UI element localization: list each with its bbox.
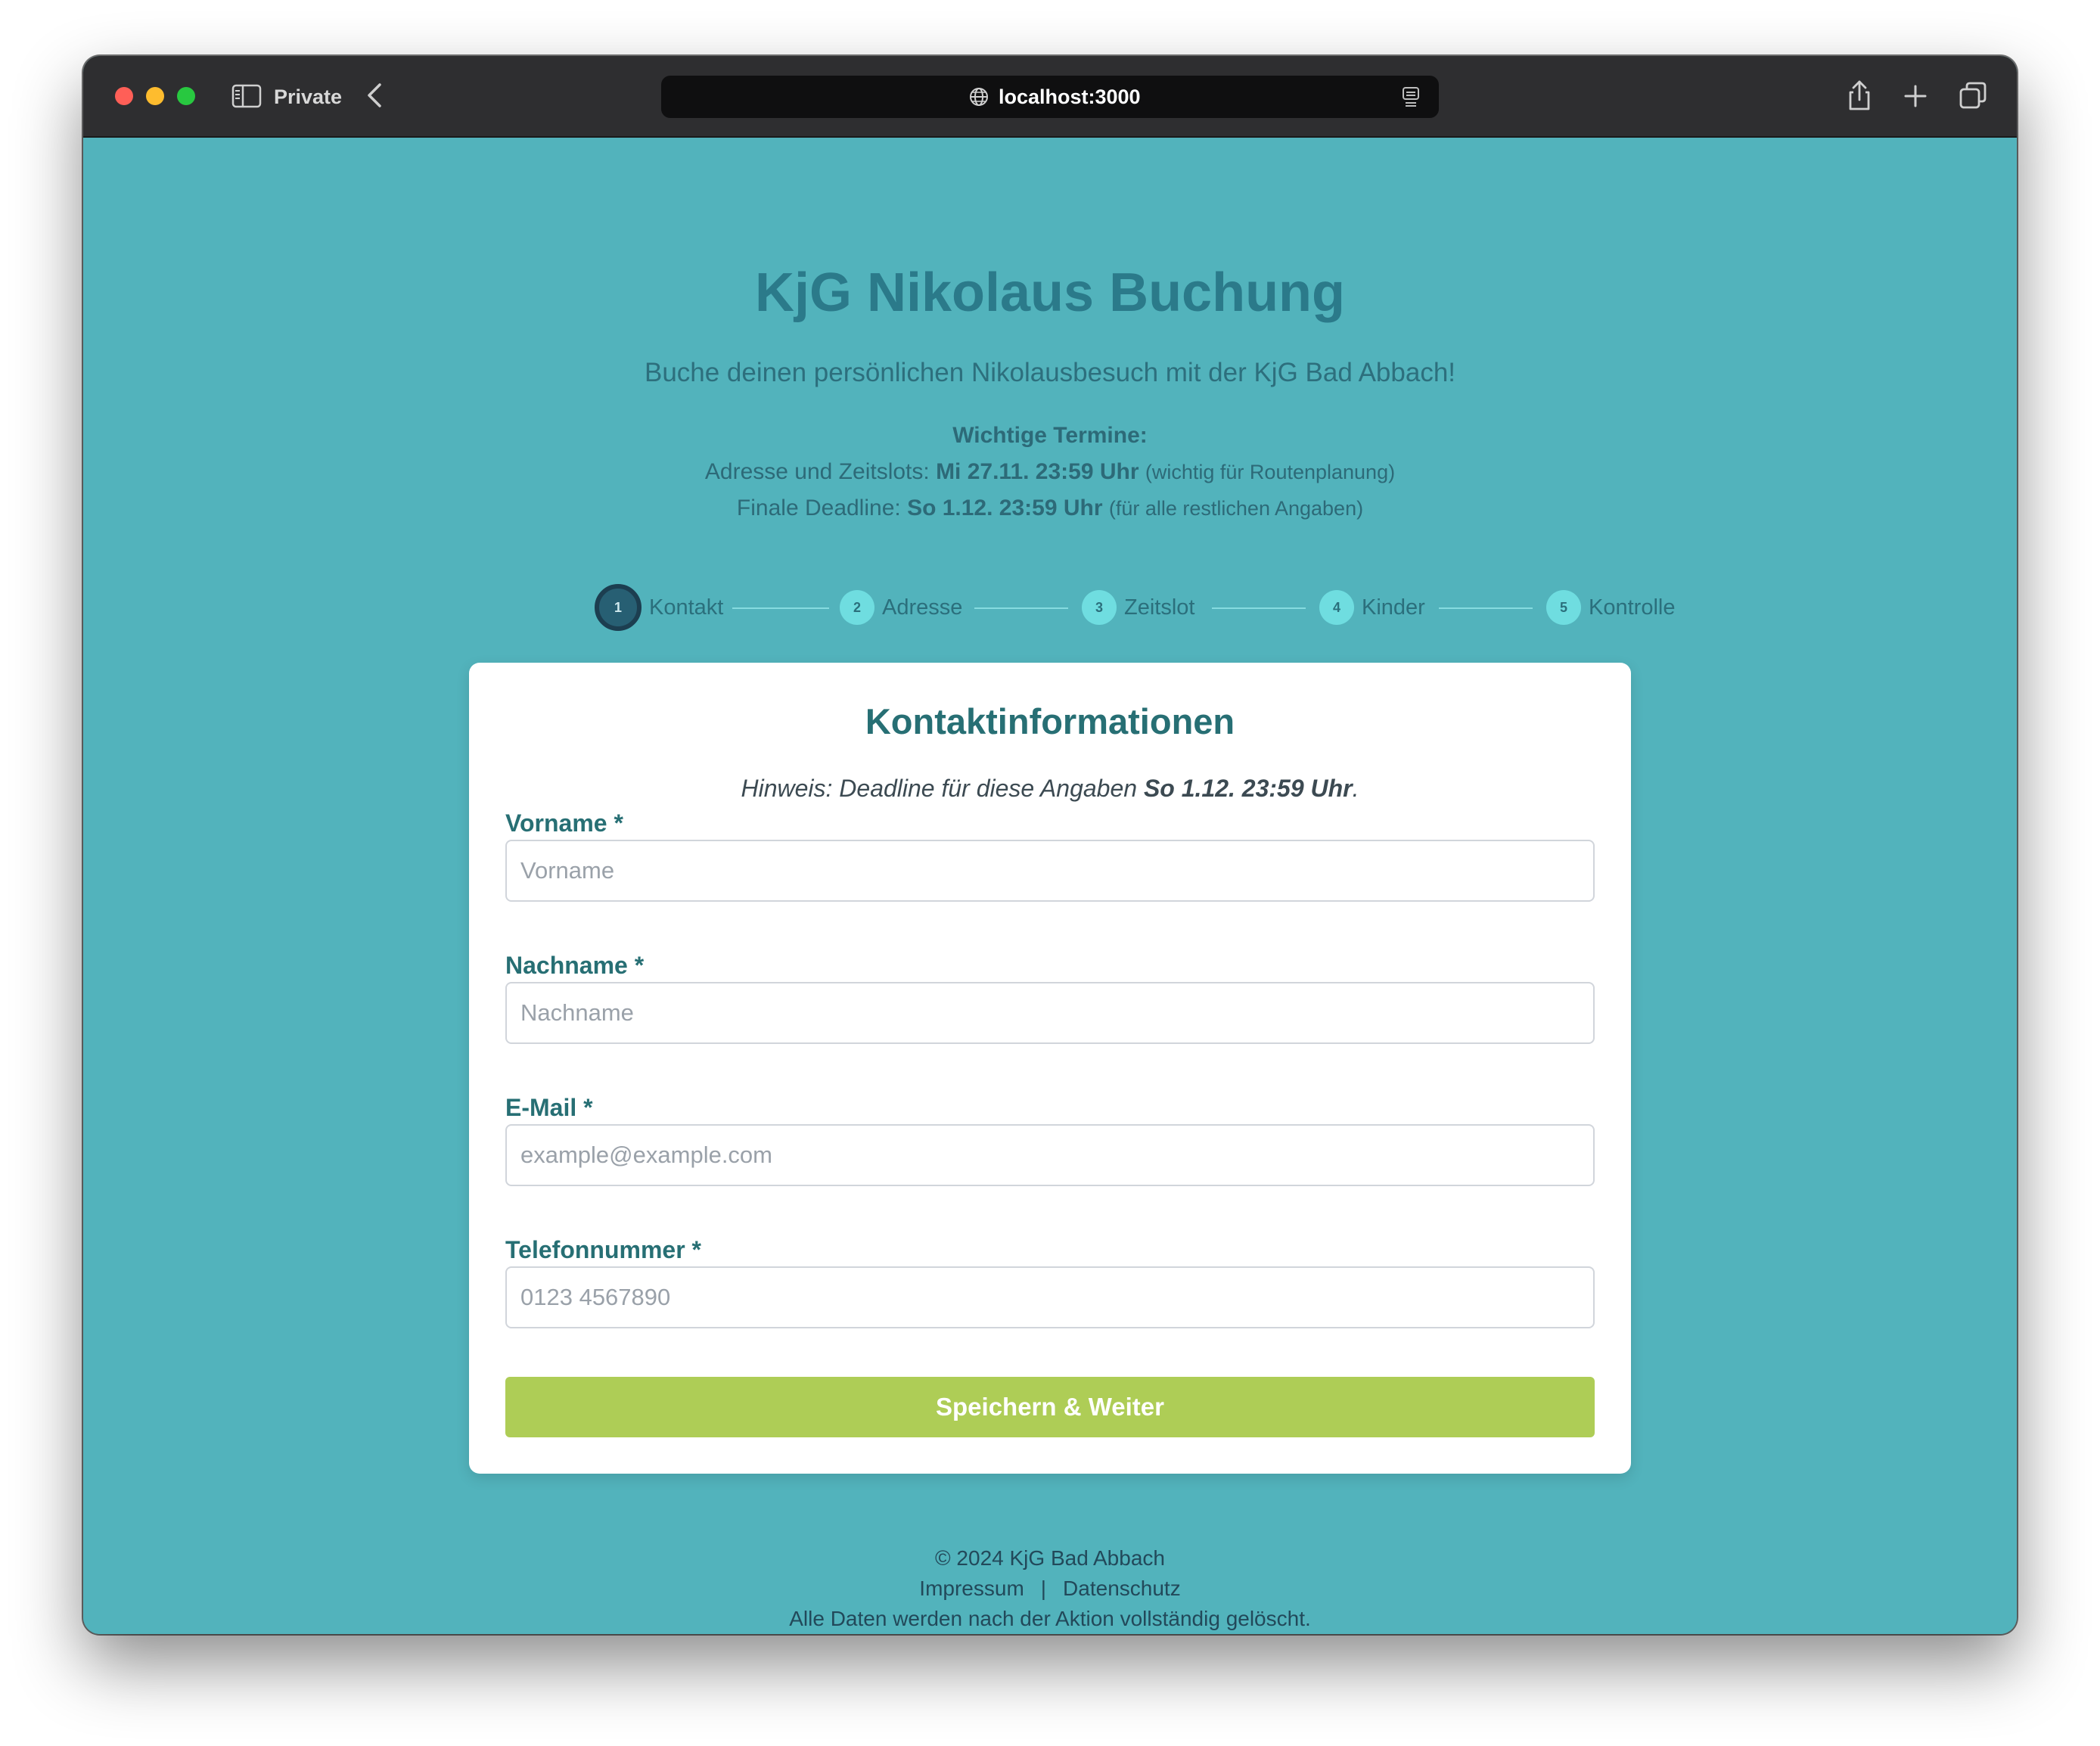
- firstname-label: Vorname *: [505, 809, 623, 837]
- step-number: 3: [1082, 590, 1117, 625]
- phone-input[interactable]: [505, 1266, 1595, 1328]
- lastname-label: Nachname *: [505, 952, 645, 979]
- browser-window: Private localhost:3000 KjG Nikolaus Buch…: [83, 56, 2017, 1634]
- globe-icon: [970, 88, 988, 106]
- browser-toolbar: Private localhost:3000: [83, 56, 2017, 138]
- step-label: Kontrolle: [1589, 595, 1676, 620]
- step-label: Kinder: [1362, 595, 1425, 620]
- footer-separator: |: [1040, 1577, 1047, 1600]
- hint-prefix: Hinweis: Deadline für diese Angaben: [741, 775, 1138, 802]
- step-number: 5: [1546, 590, 1581, 625]
- save-and-continue-button[interactable]: Speichern & Weiter: [505, 1377, 1595, 1437]
- date1-value: Mi 27.11. 23:59 Uhr: [936, 459, 1139, 484]
- phone-label: Telefonnummer *: [505, 1236, 701, 1263]
- hint-suffix: .: [1352, 775, 1359, 802]
- private-browsing-label: Private: [274, 85, 343, 108]
- page-title: KjG Nikolaus Buchung: [754, 263, 1346, 323]
- page-subtitle: Buche deinen persönlichen Nikolausbesuch…: [644, 358, 1456, 387]
- firstname-input[interactable]: [505, 840, 1595, 902]
- email-label: E-Mail *: [505, 1094, 593, 1121]
- footer-links: Impressum | Datenschutz: [83, 1574, 2017, 1604]
- step-connector: [732, 607, 829, 609]
- share-icon[interactable]: [1843, 77, 1876, 113]
- dates-heading: Wichtige Termine:: [952, 423, 1148, 448]
- maximize-window-button[interactable]: [177, 87, 195, 105]
- important-dates: Wichtige Termine: Adresse und Zeitslots:…: [83, 418, 2017, 527]
- tab-overview-icon[interactable]: [1956, 77, 1990, 113]
- lastname-input[interactable]: [505, 982, 1595, 1044]
- step-connector: [1212, 607, 1306, 609]
- copyright-text: © 2024 KjG Bad Abbach: [935, 1546, 1165, 1570]
- date-row-address: Adresse und Zeitslots: Mi 27.11. 23:59 U…: [83, 454, 2017, 490]
- date2-value: So 1.12. 23:59 Uhr: [907, 496, 1103, 520]
- email-input[interactable]: [505, 1124, 1595, 1186]
- contact-form-card: Kontaktinformationen Hinweis: Deadline f…: [469, 663, 1631, 1474]
- progress-stepper: 1 Kontakt 2 Adresse 3 Zeitslot 4 Kinder …: [511, 581, 1675, 634]
- date2-prefix: Finale Deadline:: [736, 496, 901, 520]
- step-label: Kontakt: [649, 595, 724, 620]
- reader-mode-icon[interactable]: [1401, 86, 1421, 107]
- sidebar-toggle-icon[interactable]: [231, 84, 262, 108]
- data-deletion-notice: Alle Daten werden nach der Aktion vollst…: [789, 1607, 1311, 1630]
- step-number: 4: [1319, 590, 1354, 625]
- page-footer: © 2024 KjG Bad Abbach Impressum | Datensch…: [83, 1543, 2017, 1634]
- step-number: 1: [595, 584, 641, 631]
- hint-deadline: So 1.12. 23:59 Uhr: [1143, 775, 1353, 802]
- step-zeitslot[interactable]: 3 Zeitslot: [1082, 581, 1194, 634]
- address-bar[interactable]: localhost:3000: [661, 76, 1439, 118]
- step-connector: [974, 607, 1068, 609]
- step-label: Zeitslot: [1124, 595, 1195, 620]
- page-content: KjG Nikolaus Buchung Buche deinen persön…: [83, 138, 2017, 1634]
- date-row-final: Finale Deadline: So 1.12. 23:59 Uhr (für…: [83, 490, 2017, 527]
- impressum-link[interactable]: Impressum: [919, 1577, 1024, 1600]
- datenschutz-link[interactable]: Datenschutz: [1063, 1577, 1181, 1600]
- form-title: Kontaktinformationen: [865, 701, 1235, 741]
- deadline-hint: Hinweis: Deadline für diese Angaben So 1…: [469, 772, 1631, 805]
- step-kinder[interactable]: 4 Kinder: [1319, 581, 1425, 634]
- step-number: 2: [840, 590, 874, 625]
- date2-note: (für alle restlichen Angaben): [1108, 497, 1364, 520]
- step-kontakt[interactable]: 1 Kontakt: [595, 581, 723, 634]
- step-connector: [1439, 607, 1533, 609]
- url-text: localhost:3000: [999, 85, 1141, 108]
- step-label: Adresse: [882, 595, 963, 620]
- back-arrow-icon[interactable]: [363, 80, 387, 110]
- close-window-button[interactable]: [115, 87, 133, 105]
- date1-note: (wichtig für Routenplanung): [1145, 461, 1396, 483]
- new-tab-plus-icon[interactable]: [1899, 77, 1932, 113]
- step-adresse[interactable]: 2 Adresse: [840, 581, 962, 634]
- step-kontrolle[interactable]: 5 Kontrolle: [1546, 581, 1675, 634]
- minimize-window-button[interactable]: [146, 87, 164, 105]
- date1-prefix: Adresse und Zeitslots:: [704, 459, 930, 484]
